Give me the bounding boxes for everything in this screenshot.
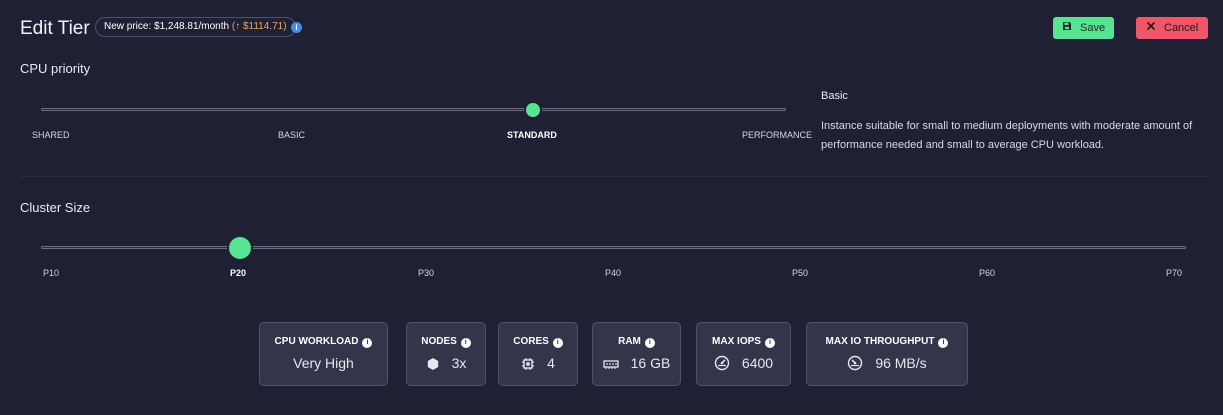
cpu-priority-description-title: Basic [821, 90, 848, 102]
cpu-tick-shared[interactable]: SHARED [32, 130, 70, 140]
price-delta: (↑ $1114.71) [231, 21, 287, 32]
cpu-tick-standard[interactable]: STANDARD [507, 130, 557, 140]
floppy-disk-icon [1062, 17, 1072, 39]
spec-value: 3x [451, 355, 467, 371]
new-price-badge: New price: $1,248.81/month (↑ $1114.71) [95, 17, 296, 37]
info-icon[interactable]: i [362, 338, 373, 348]
spec-label: MAX IOPS [712, 336, 761, 347]
spec-card-ram: RAM i 16 GB [592, 322, 681, 386]
info-icon[interactable]: i [644, 338, 655, 348]
cpu-priority-title: CPU priority [20, 61, 91, 76]
spec-value: 6400 [741, 355, 774, 371]
close-icon [1146, 17, 1156, 39]
info-icon[interactable]: i [764, 338, 775, 348]
cluster-tick-p20[interactable]: P20 [230, 268, 246, 278]
cancel-label: Cancel [1164, 22, 1199, 35]
speedometer-icon [848, 355, 863, 371]
cpu-priority-description: Instance suitable for small to medium de… [821, 120, 1193, 151]
cluster-tick-p10[interactable]: P10 [43, 268, 59, 278]
spec-card-cpu-workload: CPU WORKLOAD i Very High [259, 322, 388, 386]
cluster-tick-p30[interactable]: P30 [418, 268, 434, 278]
cluster-size-slider-thumb[interactable] [229, 237, 251, 259]
cluster-tick-p60[interactable]: P60 [979, 268, 995, 278]
cluster-tick-p70[interactable]: P70 [1166, 268, 1182, 278]
price-info-icon[interactable]: i [291, 22, 302, 33]
spec-value: 96 MB/s [875, 355, 927, 371]
spec-label: MAX IO THROUGHPUT [825, 336, 935, 347]
hexagon-icon [427, 358, 438, 370]
spec-value: Very High [293, 355, 354, 371]
cpu-priority-slider-thumb[interactable] [526, 103, 540, 117]
spec-label: RAM [618, 336, 641, 347]
spec-label: CORES [513, 336, 549, 347]
save-label: Save [1080, 22, 1106, 35]
spec-card-max-io-throughput: MAX IO THROUGHPUT i 96 MB/s [806, 322, 968, 386]
cluster-tick-p50[interactable]: P50 [792, 268, 808, 278]
spec-value: 16 GB [630, 355, 671, 371]
cpu-tick-performance[interactable]: PERFORMANCE [742, 130, 812, 140]
new-price-text: New price: $1,248.81/month [104, 21, 232, 32]
spec-value: 4 [547, 355, 555, 371]
section-divider [20, 176, 1210, 177]
save-button[interactable]: Save [1053, 17, 1114, 39]
spec-card-cores: CORES i 4 [498, 322, 578, 386]
cpu-tick-basic[interactable]: BASIC [278, 130, 305, 140]
info-icon[interactable]: i [938, 338, 949, 348]
cluster-size-slider-track[interactable] [41, 246, 1186, 249]
memory-icon [602, 360, 619, 369]
cluster-size-title: Cluster Size [20, 200, 91, 215]
spec-label: NODES [421, 336, 457, 347]
info-icon[interactable]: i [460, 338, 471, 348]
page-title: Edit Tier [20, 18, 90, 39]
spec-label: CPU WORKLOAD [274, 336, 359, 347]
info-icon[interactable]: i [552, 338, 563, 348]
cpu-priority-slider-track[interactable] [41, 108, 786, 111]
cpu-chip-icon [522, 358, 535, 370]
speedometer-icon [714, 355, 730, 371]
cluster-tick-p40[interactable]: P40 [605, 268, 621, 278]
spec-card-nodes: NODES i 3x [406, 322, 486, 386]
spec-card-max-iops: MAX IOPS i 6400 [696, 322, 791, 386]
cancel-button[interactable]: Cancel [1136, 17, 1208, 39]
